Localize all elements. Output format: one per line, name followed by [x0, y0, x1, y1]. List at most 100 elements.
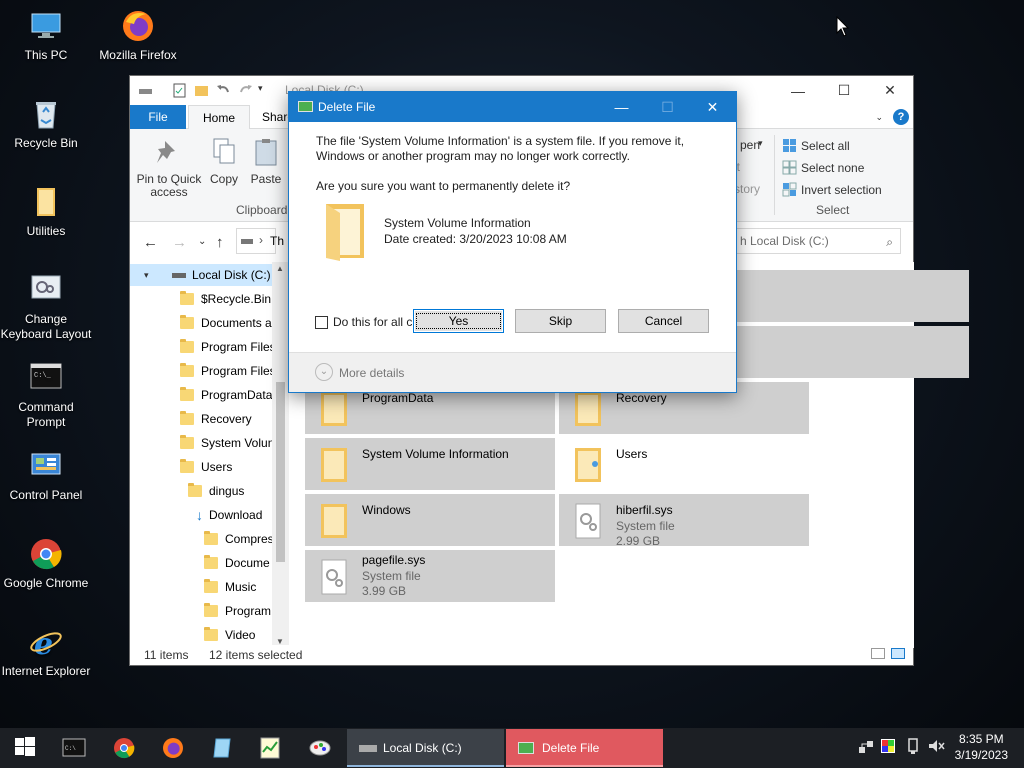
file-tile[interactable]: hiberfil.sys System file 2.99 GB [559, 494, 809, 548]
large-icons-view-icon[interactable] [891, 648, 905, 659]
tree-item-label: Local Disk (C:) [192, 268, 271, 282]
details-view-icon[interactable] [871, 648, 885, 659]
properties-icon[interactable] [172, 83, 187, 98]
start-windows-icon[interactable] [14, 736, 38, 760]
color-profile-icon[interactable] [880, 738, 896, 757]
tab-file[interactable]: File [130, 105, 186, 129]
cancel-button[interactable]: Cancel [618, 309, 709, 333]
tree-item[interactable]: Program Files [180, 360, 276, 382]
file-tile[interactable] [719, 326, 969, 378]
desktop-icon-firefox[interactable]: Mozilla Firefox [92, 8, 184, 63]
file-tile[interactable]: gs [719, 270, 969, 322]
system-clock[interactable]: 8:35 PM 3/19/2023 [955, 731, 1008, 763]
scroll-up-icon[interactable]: ▲ [276, 264, 284, 273]
paint-taskbar-icon[interactable] [308, 736, 332, 760]
desktop-icon-utilities[interactable]: Utilities [0, 184, 92, 239]
select-all-button[interactable]: Select all [782, 138, 850, 153]
yes-button[interactable]: Yes [413, 309, 504, 333]
tree-item[interactable]: ProgramData [180, 384, 272, 406]
firefox-icon [120, 8, 156, 44]
expand-chevron-icon[interactable]: ⌄ [315, 363, 333, 381]
tree-item[interactable]: Docume [204, 552, 270, 574]
tree-item-label: Program Files [201, 364, 276, 378]
network-icon[interactable] [858, 738, 874, 757]
new-folder-icon[interactable] [194, 83, 209, 98]
apply-to-all-checkbox[interactable] [315, 316, 328, 329]
address-bar[interactable]: › Th [236, 228, 284, 254]
taskbar-task-delete-file[interactable]: Delete File [506, 729, 663, 767]
tree-item[interactable]: Music [204, 576, 256, 598]
desktop-icon-google-chrome[interactable]: Google Chrome [0, 536, 92, 591]
open-dropdown-icon[interactable]: ▾ [758, 138, 763, 149]
desktop-icon-change-keyboard-layout[interactable]: Change Keyboard Layout [0, 272, 92, 342]
desktop-icon-command-prompt[interactable]: C:\_ Command Prompt [0, 360, 92, 430]
tree-item[interactable]: Video [204, 624, 255, 646]
customize-dropdown-icon[interactable]: ▾ [258, 83, 273, 98]
tree-item[interactable]: Users [180, 456, 232, 478]
tree-item[interactable]: Documents a [180, 312, 272, 334]
taskbar-task-local-disk[interactable]: Local Disk (C:) [347, 729, 504, 767]
ribbon-expand-icon[interactable]: ⌄ [875, 112, 883, 123]
undo-icon[interactable] [216, 83, 231, 98]
help-icon[interactable]: ? [893, 109, 909, 125]
invert-selection-button[interactable]: Invert selection [782, 182, 882, 197]
desktop-icon-internet-explorer[interactable]: e Internet Explorer [0, 624, 92, 679]
tree-item[interactable]: ↓ Download [196, 504, 262, 526]
folder-icon [321, 504, 347, 538]
tree-item[interactable]: System Volun [180, 432, 274, 454]
file-tile[interactable]: Windows [305, 494, 555, 546]
close-button[interactable]: ✕ [867, 76, 913, 105]
task-manager-taskbar-icon[interactable] [258, 736, 282, 760]
desktop-icon-control-panel[interactable]: Control Panel [0, 448, 92, 503]
minimize-button[interactable]: — [775, 76, 821, 105]
tree-item[interactable]: Program [204, 600, 271, 622]
usb-device-icon[interactable] [906, 738, 920, 757]
folder-icon [204, 579, 218, 593]
tree-item-local-disk[interactable]: ▾ Local Disk (C:) [130, 264, 272, 286]
search-input[interactable]: h Local Disk (C:) [711, 228, 901, 254]
paste-button[interactable]: Paste [248, 137, 284, 186]
users-folder-icon [575, 448, 601, 482]
scrollbar-thumb[interactable] [276, 382, 285, 562]
drive-icon [241, 239, 253, 244]
file-tile[interactable]: Users [559, 438, 809, 490]
redo-icon[interactable] [238, 83, 253, 98]
desktop-icon-this-pc[interactable]: This PC [0, 8, 92, 63]
tree-item[interactable]: Recovery [180, 408, 252, 430]
maximize-button[interactable]: ☐ [821, 76, 867, 105]
copy-button[interactable]: Copy [206, 137, 242, 186]
dialog-minimize-button[interactable]: — [599, 92, 644, 122]
history-button-partial[interactable]: story [734, 182, 760, 196]
pin-quick-access-button[interactable]: Pin to Quick access [136, 137, 202, 199]
up-arrow-icon[interactable]: ↑ [216, 234, 224, 251]
folder-icon [204, 603, 218, 617]
forward-arrow-icon[interactable]: → [172, 234, 187, 251]
tree-item[interactable]: Program Files [180, 336, 276, 358]
tree-item[interactable]: dingus [188, 480, 244, 502]
recent-locations-chevron-icon[interactable]: ⌄ [198, 236, 206, 247]
volume-muted-icon[interactable] [928, 738, 946, 757]
tree-item[interactable]: Compres [204, 528, 274, 550]
desktop-icon-recycle-bin[interactable]: Recycle Bin [0, 96, 92, 151]
dialog-close-button[interactable]: ✕ [690, 92, 735, 122]
svg-text:e: e [34, 627, 53, 660]
more-details-link[interactable]: More details [339, 366, 404, 380]
file-type: System file [362, 569, 421, 583]
terminal-icon: C:\_ [28, 360, 64, 396]
tree-item-label: Program [225, 604, 272, 618]
tab-home[interactable]: Home [188, 105, 251, 130]
chrome-taskbar-icon[interactable] [112, 736, 136, 760]
firefox-taskbar-icon[interactable] [161, 736, 185, 760]
select-none-button[interactable]: Select none [782, 160, 864, 175]
file-tile[interactable]: System Volume Information [305, 438, 555, 490]
navigation-scrollbar[interactable]: ▲ ▼ [272, 262, 289, 648]
keyboard-settings-icon [28, 272, 64, 308]
tree-item-label: Compres [225, 532, 274, 546]
notepad-taskbar-icon[interactable] [210, 736, 234, 760]
dialog-footer: ⌄ More details [289, 352, 736, 392]
file-tile[interactable]: pagefile.sys System file 3.99 GB [305, 550, 555, 602]
back-arrow-icon[interactable]: ← [143, 234, 158, 251]
command-prompt-taskbar-icon[interactable]: C:\ [62, 736, 86, 760]
skip-button[interactable]: Skip [515, 309, 606, 333]
tree-item[interactable]: $Recycle.Bin [180, 288, 271, 310]
